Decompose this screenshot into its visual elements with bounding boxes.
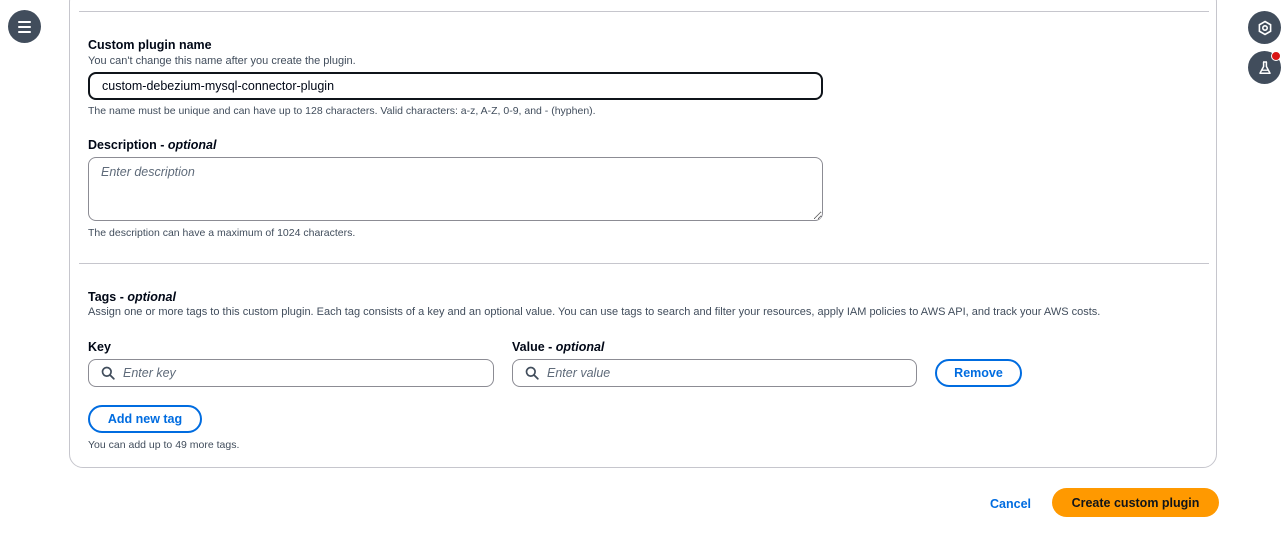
hamburger-menu-icon [18, 19, 31, 34]
search-icon [101, 366, 115, 380]
tags-label: Tags - optional [88, 290, 176, 304]
notification-dot [1271, 51, 1281, 61]
tag-value-label-text: Value [512, 340, 545, 354]
top-divider [79, 11, 1209, 12]
navigation-menu-button[interactable] [8, 10, 41, 43]
tags-label-text: Tags [88, 290, 117, 304]
add-new-tag-button[interactable]: Add new tag [88, 405, 202, 433]
plugin-name-label: Custom plugin name [88, 38, 212, 52]
hexagon-settings-icon [1258, 20, 1271, 35]
description-optional-text: optional [167, 138, 217, 152]
tags-limit-text: You can add up to 49 more tags. [88, 439, 240, 451]
tag-key-label: Key [88, 340, 111, 354]
create-custom-plugin-button[interactable]: Create custom plugin [1052, 488, 1219, 517]
search-icon [525, 366, 539, 380]
description-constraint: The description can have a maximum of 10… [88, 227, 356, 239]
cancel-button[interactable]: Cancel [990, 496, 1031, 512]
description-label: Description - optional [88, 138, 217, 152]
tag-key-input[interactable] [123, 360, 493, 386]
tags-optional-text: optional [127, 290, 176, 304]
description-textarea[interactable] [88, 157, 823, 221]
section-divider [79, 263, 1209, 264]
plugin-name-description: You can't change this name after you cre… [88, 55, 356, 67]
tag-value-field[interactable] [512, 359, 917, 387]
tag-value-optional-text: optional [555, 340, 605, 354]
plugin-name-constraint: The name must be unique and can have up … [88, 105, 596, 117]
plugin-name-input[interactable] [88, 72, 823, 100]
tag-value-label: Value - optional [512, 340, 605, 354]
rail-labs-button[interactable] [1248, 51, 1281, 84]
tag-value-input[interactable] [547, 360, 916, 386]
tags-description: Assign one or more tags to this custom p… [88, 306, 1101, 318]
tag-key-field[interactable] [88, 359, 494, 387]
flask-icon [1258, 60, 1271, 74]
rail-settings-button[interactable] [1248, 11, 1281, 44]
remove-tag-button[interactable]: Remove [935, 359, 1022, 387]
description-label-text: Description [88, 138, 157, 152]
